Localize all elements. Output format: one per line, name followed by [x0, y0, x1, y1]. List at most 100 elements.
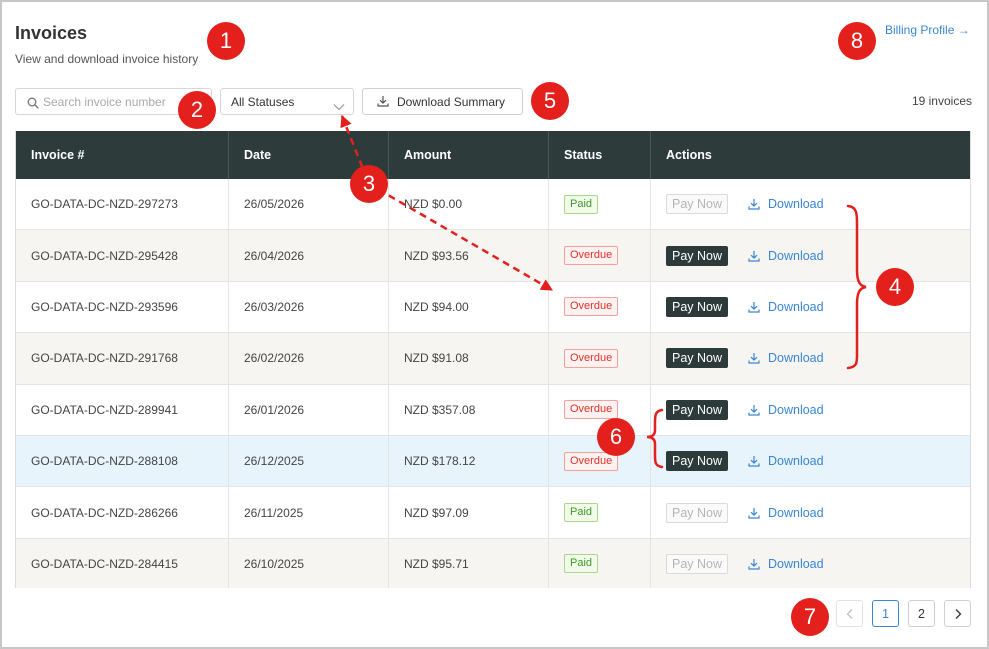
annotation-marker: 1 — [207, 22, 245, 60]
download-label: Download — [768, 248, 824, 263]
chevron-down-icon — [333, 98, 345, 111]
download-icon — [748, 352, 760, 364]
pagination-page-button[interactable]: 2 — [908, 600, 935, 627]
status-badge: Overdue — [564, 246, 619, 266]
status-filter-value: All Statuses — [231, 95, 295, 109]
invoices-table: Invoice # Date Amount Status Actions GO-… — [15, 131, 971, 588]
date-cell: 26/11/2025 — [229, 487, 389, 538]
status-cell: Paid — [549, 487, 651, 538]
date-cell: 26/10/2025 — [229, 538, 389, 588]
table-body: GO-DATA-DC-NZD-297273 26/05/2026 NZD $0.… — [16, 179, 970, 588]
actions-cell: Pay Now Download — [651, 487, 970, 537]
download-link[interactable]: Download — [748, 403, 824, 417]
amount-cell: NZD $178.12 — [389, 435, 549, 487]
pay-now-button[interactable]: Pay Now — [666, 348, 728, 369]
invoice-number-cell: GO-DATA-DC-NZD-288108 — [16, 435, 229, 487]
status-cell: Overdue — [549, 230, 651, 281]
table-row: GO-DATA-DC-NZD-295428 26/04/2026 NZD $93… — [16, 230, 970, 282]
download-icon — [748, 301, 760, 313]
table-row: GO-DATA-DC-NZD-297273 26/05/2026 NZD $0.… — [16, 179, 970, 231]
status-badge: Paid — [564, 194, 599, 214]
pagination-prev-button — [836, 600, 863, 627]
download-label: Download — [768, 402, 824, 417]
amount-cell: NZD $95.71 — [389, 538, 549, 588]
download-label: Download — [768, 505, 824, 520]
download-icon — [377, 95, 389, 107]
invoice-number-cell: GO-DATA-DC-NZD-295428 — [16, 230, 229, 281]
table-row: GO-DATA-DC-NZD-288108 26/12/2025 NZD $17… — [16, 435, 970, 488]
actions-cell: Pay Now Download — [651, 333, 970, 383]
status-cell: Overdue — [549, 333, 651, 384]
pagination-next-button[interactable] — [944, 600, 971, 627]
invoice-number-cell: GO-DATA-DC-NZD-286266 — [16, 487, 229, 538]
download-link[interactable]: Download — [748, 454, 824, 468]
column-header-status: Status — [549, 131, 651, 179]
status-filter-select[interactable]: All Statuses — [220, 88, 354, 115]
actions-cell: Pay Now Download — [651, 230, 970, 280]
status-badge: Paid — [564, 503, 599, 523]
download-link[interactable]: Download — [748, 506, 824, 520]
pay-now-button: Pay Now — [666, 553, 728, 574]
column-header-actions: Actions — [666, 148, 712, 162]
page-subtitle: View and download invoice history — [15, 52, 199, 66]
download-icon — [748, 507, 760, 519]
table-row: GO-DATA-DC-NZD-293596 26/03/2026 NZD $94… — [16, 281, 970, 334]
pay-now-button[interactable]: Pay Now — [666, 399, 728, 420]
amount-cell: NZD $94.00 — [389, 281, 549, 333]
annotation-marker: 4 — [876, 268, 914, 306]
actions-cell: Pay Now Download — [651, 282, 970, 332]
download-icon — [748, 558, 760, 570]
download-link[interactable]: Download — [748, 197, 824, 211]
status-cell: Paid — [549, 179, 651, 230]
pay-now-button: Pay Now — [666, 502, 728, 523]
pay-now-button[interactable]: Pay Now — [666, 245, 728, 266]
download-summary-button[interactable]: Download Summary — [362, 88, 523, 115]
invoice-number-cell: GO-DATA-DC-NZD-284415 — [16, 538, 229, 588]
actions-cell: Pay Now Download — [651, 179, 970, 229]
chevron-left-icon — [846, 608, 854, 620]
invoice-number-cell: GO-DATA-DC-NZD-293596 — [16, 281, 229, 333]
table-row: GO-DATA-DC-NZD-284415 26/10/2025 NZD $95… — [16, 538, 970, 588]
search-icon — [27, 96, 39, 109]
download-label: Download — [768, 299, 824, 314]
table-row: GO-DATA-DC-NZD-286266 26/11/2025 NZD $97… — [16, 487, 970, 539]
invoice-number-cell: GO-DATA-DC-NZD-297273 — [16, 179, 229, 230]
pay-now-button[interactable]: Pay Now — [666, 296, 728, 317]
amount-cell: NZD $91.08 — [389, 333, 549, 384]
download-link[interactable]: Download — [748, 351, 824, 365]
billing-profile-link[interactable]: Billing Profile → — [885, 23, 970, 37]
annotation-marker: 6 — [597, 418, 635, 456]
download-link[interactable]: Download — [748, 249, 824, 263]
status-badge: Overdue — [564, 400, 619, 420]
annotation-marker: 5 — [531, 82, 569, 120]
status-badge: Paid — [564, 554, 599, 574]
status-badge: Overdue — [564, 348, 619, 368]
date-cell: 26/01/2026 — [229, 384, 389, 435]
status-badge: Overdue — [564, 297, 619, 317]
pay-now-button[interactable]: Pay Now — [666, 451, 728, 472]
invoice-number-cell: GO-DATA-DC-NZD-289941 — [16, 384, 229, 435]
download-label: Download — [768, 351, 824, 366]
amount-cell: NZD $357.08 — [389, 384, 549, 435]
date-cell: 26/02/2026 — [229, 333, 389, 384]
download-label: Download — [768, 197, 824, 212]
download-link[interactable]: Download — [748, 300, 824, 314]
download-link[interactable]: Download — [748, 557, 824, 571]
download-icon — [748, 404, 760, 416]
download-icon — [748, 455, 760, 467]
invoice-number-cell: GO-DATA-DC-NZD-291768 — [16, 333, 229, 384]
invoice-count: 19 invoices — [911, 94, 972, 108]
actions-cell: Pay Now Download — [651, 436, 970, 486]
pagination-page-button[interactable]: 1 — [872, 600, 899, 627]
annotation-marker: 3 — [350, 165, 388, 203]
date-cell: 26/04/2026 — [229, 230, 389, 281]
annotation-marker: 2 — [178, 91, 216, 129]
amount-cell: NZD $0.00 — [389, 179, 549, 230]
page-title: Invoices — [15, 23, 88, 43]
column-header-amount: Amount — [389, 131, 549, 179]
download-icon — [748, 250, 760, 262]
actions-cell: Pay Now Download — [651, 385, 970, 435]
annotation-marker: 7 — [791, 598, 829, 636]
table-row: GO-DATA-DC-NZD-291768 26/02/2026 NZD $91… — [16, 333, 970, 385]
download-label: Download — [768, 454, 824, 469]
